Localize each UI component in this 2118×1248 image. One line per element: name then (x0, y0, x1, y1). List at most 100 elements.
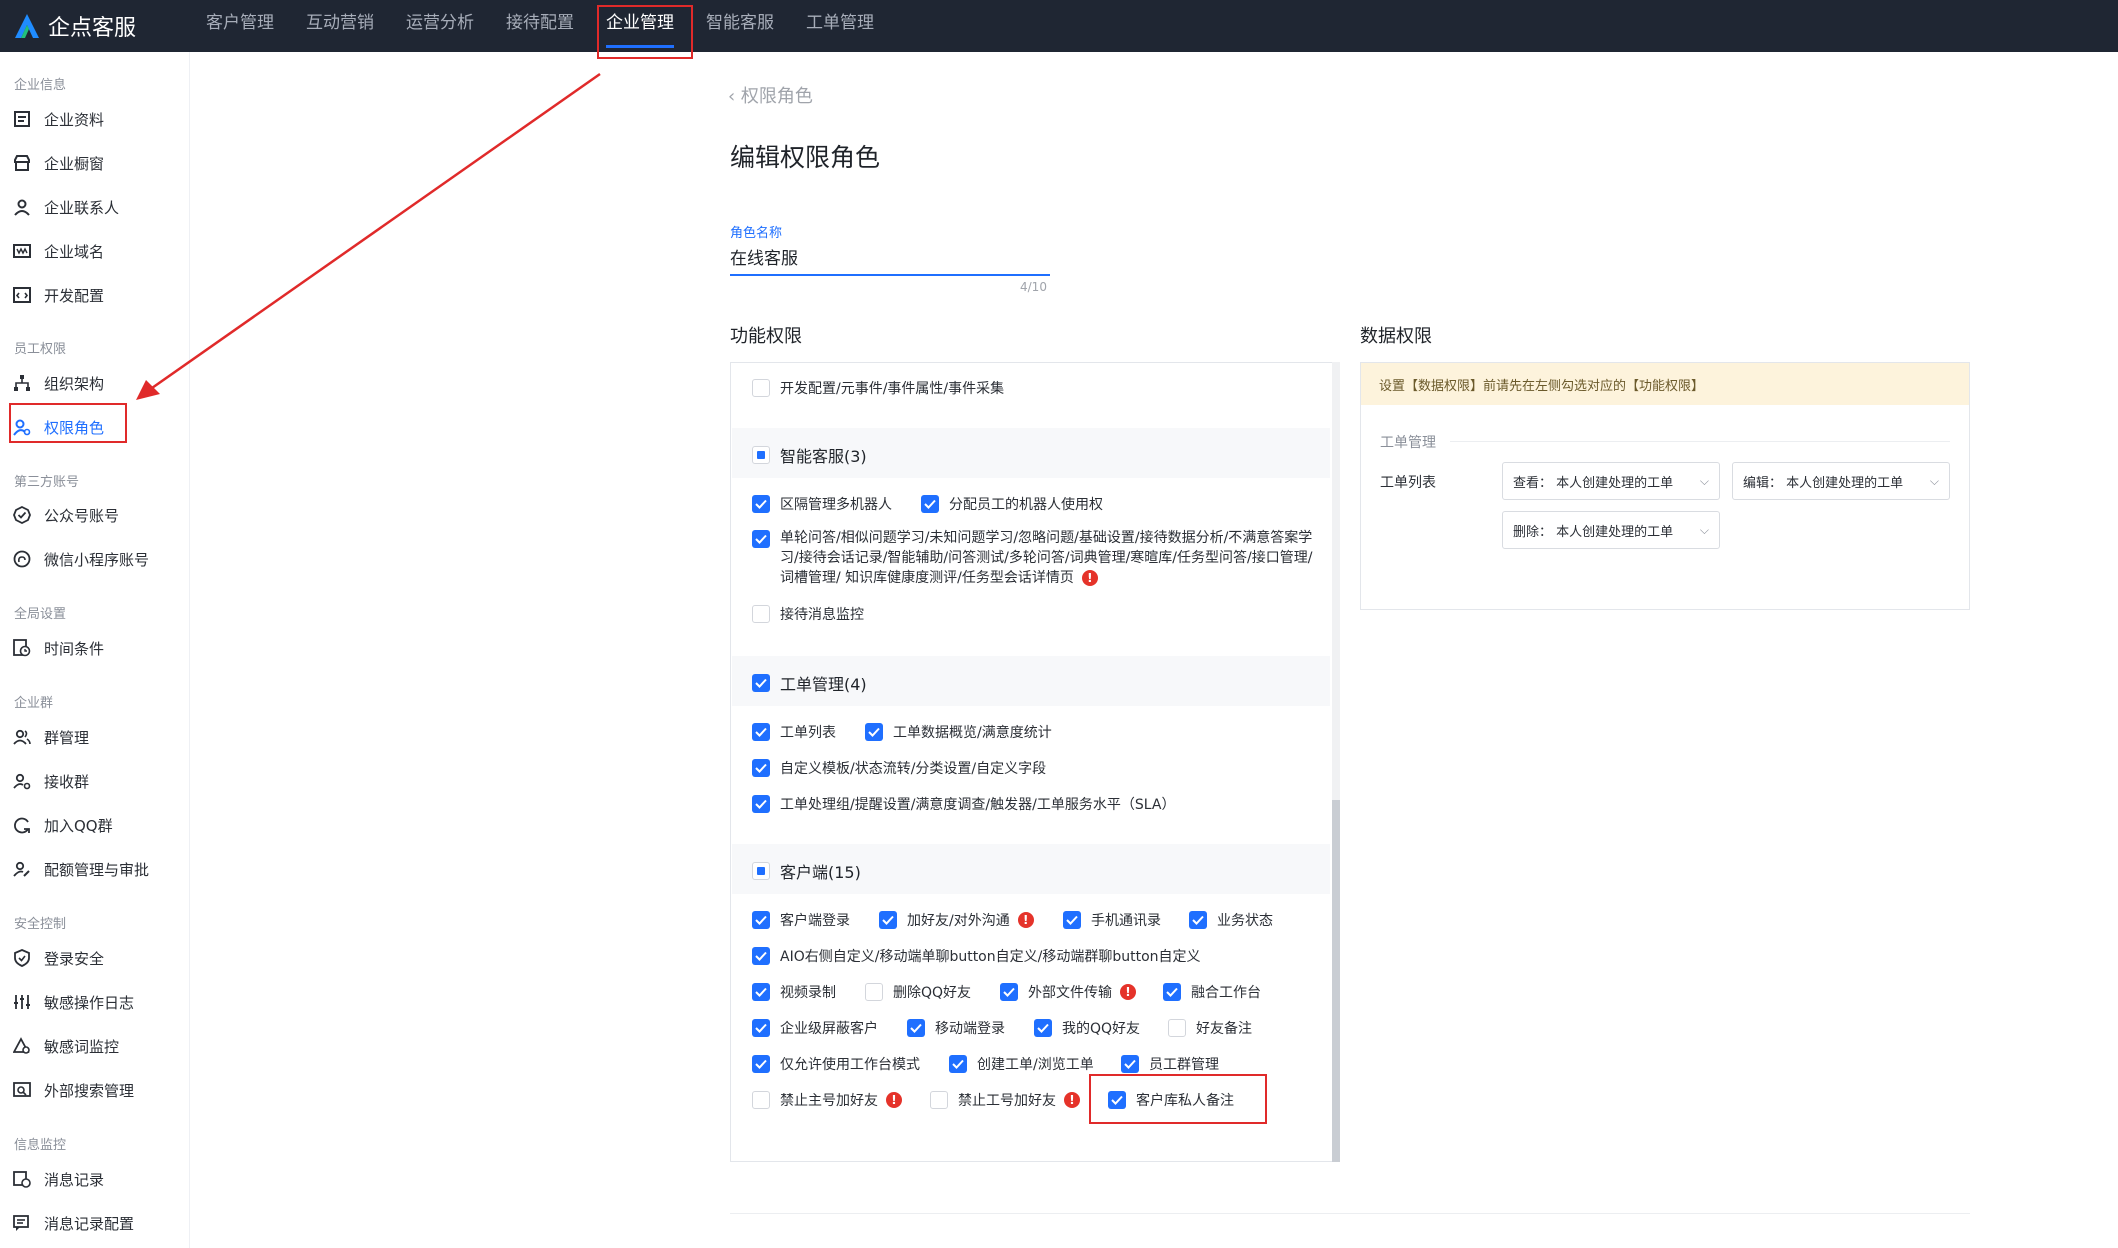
perm-item[interactable]: 工单列表 (752, 722, 836, 742)
checkbox[interactable] (752, 379, 770, 397)
checkbox-label: 删除QQ好友 (893, 985, 972, 1001)
perm-item[interactable]: 好友备注 (1168, 1018, 1252, 1038)
checkbox[interactable] (752, 446, 770, 464)
role-name-input[interactable]: 在线客服 (730, 244, 798, 269)
warning-icon: ! (1120, 984, 1136, 1000)
select-value: 删除： 本人创建处理的工单 (1513, 524, 1674, 540)
checkbox-checked[interactable] (752, 983, 770, 1001)
checkbox-label: 开发配置/元事件/事件属性/事件采集 (780, 381, 1005, 397)
perm-item[interactable]: 区隔管理多机器人 (752, 494, 892, 514)
checkbox-checked[interactable] (921, 495, 939, 513)
checkbox-label: 外部文件传输 (1028, 985, 1112, 1001)
long-label-text: 单轮问答/相似问题学习/未知问题学习/忽略问题/基础设置/接待数据分析/不满意答… (780, 530, 1313, 586)
divider (1450, 441, 1950, 442)
perm-item[interactable]: AIO右侧自定义/移动端单聊button自定义/移动端群聊button自定义 (752, 946, 1201, 966)
delete-scope-select[interactable]: 删除： 本人创建处理的工单 ⌵ (1502, 511, 1720, 549)
perm-item[interactable]: 自定义模板/状态流转/分类设置/自定义字段 (752, 758, 1046, 778)
checkbox[interactable] (930, 1091, 948, 1109)
perm-item[interactable]: 删除QQ好友 (865, 982, 971, 1002)
func-perm-title: 功能权限 (730, 326, 802, 347)
view-scope-select[interactable]: 查看： 本人创建处理的工单 ⌵ (1502, 462, 1720, 500)
perm-item[interactable]: 加好友/对外沟通! (879, 910, 1034, 930)
checkbox-checked[interactable] (752, 759, 770, 777)
perm-item[interactable]: 客户端登录 (752, 910, 850, 930)
perm-group-ticket[interactable]: 工单管理(4) (752, 671, 867, 695)
checkbox-checked[interactable] (752, 1055, 770, 1073)
select-value: 编辑： 本人创建处理的工单 (1743, 475, 1904, 491)
group-label: 客户端(15) (780, 863, 861, 882)
checkbox-label: 单轮问答/相似问题学习/未知问题学习/忽略问题/基础设置/接待数据分析/不满意答… (780, 528, 1320, 588)
checkbox-checked[interactable] (879, 911, 897, 929)
perm-group-client[interactable]: 客户端(15) (752, 859, 861, 883)
checkbox-label: 加好友/对外沟通 (907, 913, 1010, 929)
perm-item[interactable]: 我的QQ好友 (1034, 1018, 1140, 1038)
checkbox-checked[interactable] (752, 723, 770, 741)
checkbox[interactable] (752, 1091, 770, 1109)
checkbox-label: 工单数据概览/满意度统计 (893, 725, 1052, 741)
checkbox-checked[interactable] (1063, 911, 1081, 929)
perm-item[interactable]: 融合工作台 (1163, 982, 1261, 1002)
perm-item[interactable]: 视频录制 (752, 982, 836, 1002)
page-title: 编辑权限角色 (730, 143, 881, 172)
checkbox-checked[interactable] (752, 674, 770, 692)
perm-item[interactable]: 手机通讯录 (1063, 910, 1161, 930)
checkbox[interactable] (865, 983, 883, 1001)
checkbox-label: 区隔管理多机器人 (780, 497, 892, 513)
checkbox-checked[interactable] (752, 1019, 770, 1037)
checkbox-label: 创建工单/浏览工单 (977, 1057, 1094, 1073)
char-counter: 4/10 (1020, 280, 1047, 294)
input-underline (730, 274, 1050, 276)
warning-icon: ! (1017, 912, 1034, 928)
checkbox-label: 移动端登录 (935, 1021, 1005, 1037)
checkbox-checked[interactable] (1000, 983, 1018, 1001)
perm-item[interactable]: 接待消息监控 (752, 604, 864, 624)
perm-group-ai[interactable]: 智能客服(3) (752, 443, 867, 467)
checkbox-label: 手机通讯录 (1091, 913, 1161, 929)
checkbox-checked[interactable] (1034, 1019, 1052, 1037)
perm-item[interactable]: 员工群管理 (1121, 1054, 1219, 1074)
perm-item[interactable]: 创建工单/浏览工单 (949, 1054, 1094, 1074)
perm-item-multiline[interactable]: 单轮问答/相似问题学习/未知问题学习/忽略问题/基础设置/接待数据分析/不满意答… (752, 528, 1320, 588)
checkbox[interactable] (752, 862, 770, 880)
checkbox-checked[interactable] (907, 1019, 925, 1037)
select-value: 查看： 本人创建处理的工单 (1513, 475, 1674, 491)
data-perm-subtitle: 工单管理 (1380, 435, 1436, 451)
footer-divider (730, 1213, 1970, 1214)
checkbox-checked[interactable] (949, 1055, 967, 1073)
perm-item[interactable]: 企业级屏蔽客户 (752, 1018, 878, 1038)
perm-item[interactable]: 禁止工号加好友! (930, 1090, 1080, 1110)
checkbox-checked[interactable] (1189, 911, 1207, 929)
checkbox-checked[interactable] (752, 795, 770, 813)
checkbox[interactable] (752, 605, 770, 623)
checkbox-label: 好友备注 (1196, 1021, 1252, 1037)
checkbox-label: 客户端登录 (780, 913, 850, 929)
checkbox-checked[interactable] (752, 495, 770, 513)
perm-dev-config[interactable]: 开发配置/元事件/事件属性/事件采集 (752, 378, 1004, 398)
perm-item[interactable]: 工单处理组/提醒设置/满意度调查/触发器/工单服务水平（SLA） (752, 794, 1175, 814)
perm-item[interactable]: 业务状态 (1189, 910, 1273, 930)
scrollbar-thumb[interactable] (1332, 800, 1340, 1162)
checkbox-label: 仅允许使用工作台模式 (780, 1057, 920, 1073)
warning-icon: ! (1081, 570, 1098, 586)
checkbox[interactable] (1168, 1019, 1186, 1037)
group-label: 工单管理(4) (780, 675, 867, 694)
checkbox-label: 企业级屏蔽客户 (780, 1021, 878, 1037)
perm-item[interactable]: 禁止主号加好友! (752, 1090, 902, 1110)
perm-item[interactable]: 外部文件传输! (1000, 982, 1136, 1002)
checkbox-checked[interactable] (1121, 1055, 1139, 1073)
checkbox-checked[interactable] (752, 911, 770, 929)
chevron-down-icon: ⌵ (1699, 522, 1709, 537)
checkbox-checked[interactable] (752, 947, 770, 965)
perm-item[interactable]: 工单数据概览/满意度统计 (865, 722, 1052, 742)
perm-item[interactable]: 移动端登录 (907, 1018, 1005, 1038)
checkbox-checked[interactable] (865, 723, 883, 741)
edit-scope-select[interactable]: 编辑： 本人创建处理的工单 ⌵ (1732, 462, 1950, 500)
checkbox-checked[interactable] (1163, 983, 1181, 1001)
data-perm-title: 数据权限 (1360, 326, 1432, 347)
perm-item[interactable]: 仅允许使用工作台模式 (752, 1054, 920, 1074)
warning-icon: ! (1064, 1092, 1080, 1108)
checkbox-checked[interactable] (752, 530, 770, 548)
back-link[interactable]: ‹ 权限角色 (728, 82, 813, 108)
perm-item[interactable]: 分配员工的机器人使用权 (921, 494, 1103, 514)
warning-icon: ! (886, 1092, 902, 1108)
